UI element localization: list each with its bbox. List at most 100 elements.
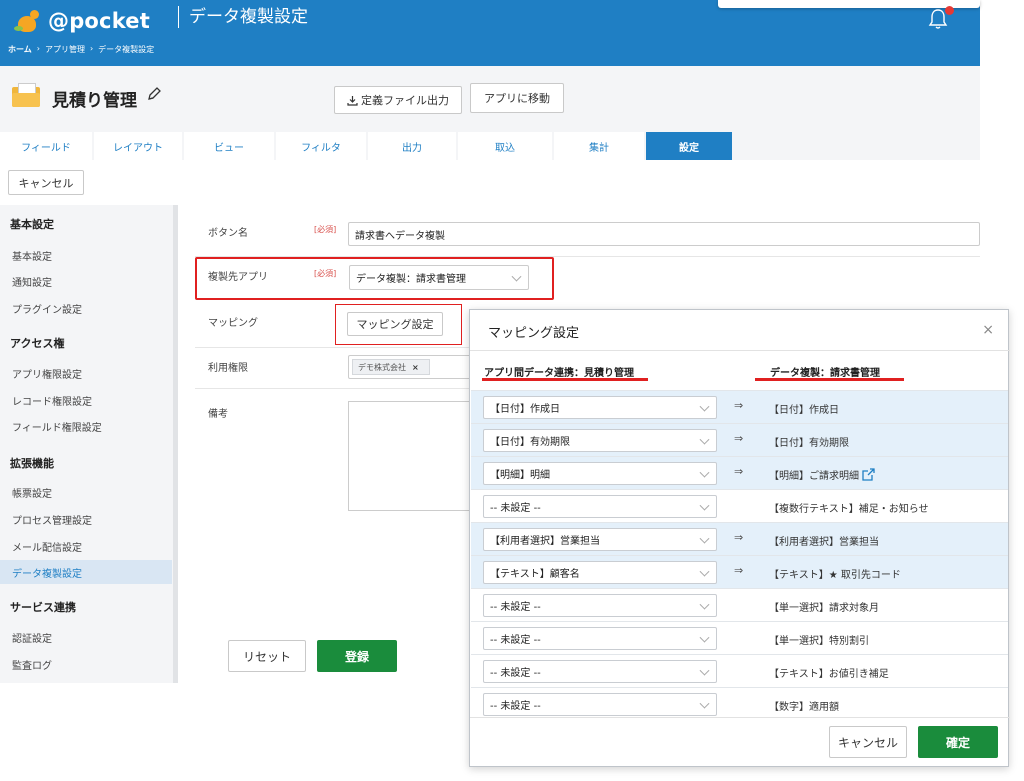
source-field-select[interactable]: 【利用者選択】営業担当 xyxy=(483,528,717,551)
source-field-select[interactable]: -- 未設定 -- xyxy=(483,660,717,683)
breadcrumb-separator: › xyxy=(89,44,94,53)
mapping-row: 【テキスト】顧客名 ⇒ 【テキスト】★ 取引先コード xyxy=(471,555,1008,588)
export-definition-label: 定義ファイル出力 xyxy=(361,94,449,107)
pencil-icon[interactable] xyxy=(146,86,162,102)
page-title: データ複製設定 xyxy=(178,6,308,28)
modal-cancel-button[interactable]: キャンセル xyxy=(829,726,907,758)
sidebar-item-notification[interactable]: 通知設定 xyxy=(12,269,170,293)
permission-tag-label: デモ株式会社 xyxy=(358,362,406,372)
target-field-label: 【テキスト】★ 取引先コード xyxy=(769,570,901,581)
mapping-arrow: ⇒ xyxy=(734,432,744,445)
target-field: 【複数行テキスト】補足・お知らせ xyxy=(769,500,929,515)
sidebar-item-app-permission[interactable]: アプリ権限設定 xyxy=(12,361,170,385)
source-field-value: 【日付】作成日 xyxy=(490,404,560,415)
reset-button[interactable]: リセット xyxy=(228,640,306,672)
sidebar-item-field-permission[interactable]: フィールド権限設定 xyxy=(12,414,170,438)
target-field-label: 【日付】作成日 xyxy=(769,405,839,416)
tab-field[interactable]: フィールド xyxy=(0,132,92,160)
target-field-label: 【日付】有効期限 xyxy=(769,438,849,449)
mapping-row: -- 未設定 -- 【数字】適用額 xyxy=(471,687,1008,720)
source-header-underline xyxy=(482,378,648,381)
source-field-select[interactable]: 【テキスト】顧客名 xyxy=(483,561,717,584)
mapping-row: -- 未設定 -- 【単一選択】請求対象月 xyxy=(471,588,1008,621)
sidebar-item-process[interactable]: プロセス管理設定 xyxy=(12,507,170,531)
mapping-row: -- 未設定 -- 【複数行テキスト】補足・お知らせ xyxy=(471,489,1008,522)
source-field-value: -- 未設定 -- xyxy=(490,602,541,613)
target-field: 【テキスト】★ 取引先コード xyxy=(769,566,901,581)
source-field-select[interactable]: -- 未設定 -- xyxy=(483,594,717,617)
chevron-down-icon xyxy=(699,566,710,577)
source-field-select[interactable]: 【日付】作成日 xyxy=(483,396,717,419)
chevron-down-icon xyxy=(699,599,710,610)
note-textarea[interactable] xyxy=(348,401,472,511)
source-field-value: -- 未設定 -- xyxy=(490,503,541,514)
kangaroo-logo-icon xyxy=(12,8,42,34)
header-dropdown-panel xyxy=(718,0,980,8)
tab-import[interactable]: 取込 xyxy=(458,132,552,160)
target-header-underline xyxy=(755,378,904,381)
sidebar-item-auth[interactable]: 認証設定 xyxy=(12,625,170,649)
confirm-button[interactable]: 確定 xyxy=(918,726,998,758)
target-field-label: 【テキスト】お値引き補足 xyxy=(769,669,889,680)
chevron-down-icon xyxy=(699,500,710,511)
mapping-arrow: ⇒ xyxy=(734,399,744,412)
tab-settings[interactable]: 設定 xyxy=(646,132,732,160)
tab-aggregate[interactable]: 集計 xyxy=(554,132,644,160)
goto-app-button[interactable]: アプリに移動 xyxy=(470,83,564,113)
close-icon[interactable]: × xyxy=(982,322,994,338)
sidebar-item-basic-settings[interactable]: 基本設定 xyxy=(12,243,170,267)
breadcrumb-separator: › xyxy=(36,44,40,53)
target-field: 【日付】有効期限 xyxy=(769,434,849,449)
sidebar-item-audit-log[interactable]: 監査ログ xyxy=(12,652,170,676)
source-field-select[interactable]: -- 未設定 -- xyxy=(483,495,717,518)
sidebar-item-mail[interactable]: メール配信設定 xyxy=(12,534,170,558)
divider xyxy=(470,717,1010,718)
tab-layout[interactable]: レイアウト xyxy=(94,132,182,160)
mapping-row: 【日付】作成日 ⇒ 【日付】作成日 xyxy=(471,390,1008,423)
mapping-row: -- 未設定 -- 【テキスト】お値引き補足 xyxy=(471,654,1008,687)
tab-view[interactable]: ビュー xyxy=(184,132,274,160)
source-field-select[interactable]: -- 未設定 -- xyxy=(483,627,717,650)
export-definition-button[interactable]: 定義ファイル出力 xyxy=(334,86,462,114)
sidebar-item-plugin[interactable]: プラグイン設定 xyxy=(12,296,170,320)
cancel-button[interactable]: キャンセル xyxy=(8,170,84,195)
source-field-select[interactable]: -- 未設定 -- xyxy=(483,693,717,716)
sidebar-item-form-settings[interactable]: 帳票設定 xyxy=(12,480,170,504)
source-column-header: アプリ間データ連携：見積り管理 xyxy=(484,368,634,379)
tab-output[interactable]: 出力 xyxy=(368,132,456,160)
highlight-mapping-button xyxy=(335,304,462,345)
source-field-value: -- 未設定 -- xyxy=(490,701,541,712)
external-link-icon[interactable] xyxy=(862,468,875,481)
source-field-value: 【テキスト】顧客名 xyxy=(490,569,580,580)
permission-label: 利用権限 xyxy=(208,363,248,374)
mapping-row: 【日付】有効期限 ⇒ 【日付】有効期限 xyxy=(471,423,1008,456)
chevron-down-icon xyxy=(699,434,710,445)
source-field-select[interactable]: 【日付】有効期限 xyxy=(483,429,717,452)
button-name-label: ボタン名 xyxy=(208,228,248,239)
divider xyxy=(470,350,1010,351)
sidebar-section-access: アクセス権 xyxy=(10,337,65,350)
target-field-label: 【単一選択】特別割引 xyxy=(769,636,869,647)
sidebar-section-extension: 拡張機能 xyxy=(10,457,54,470)
breadcrumb-current: データ複製設定 xyxy=(98,45,155,54)
mapping-arrow: ⇒ xyxy=(734,465,744,478)
sidebar-item-data-copy[interactable]: データ複製設定 xyxy=(0,560,172,584)
source-field-value: 【日付】有効期限 xyxy=(490,437,570,448)
tab-filter[interactable]: フィルタ xyxy=(276,132,366,160)
remove-tag-icon[interactable]: × xyxy=(412,363,419,372)
app-name: 見積り管理 xyxy=(52,91,137,111)
breadcrumb-home[interactable]: ホーム xyxy=(8,44,32,55)
notification-badge xyxy=(945,6,954,15)
target-field-label: 【数字】適用額 xyxy=(769,702,839,713)
pocket-logo[interactable]: @pocket xyxy=(12,8,150,34)
chevron-down-icon xyxy=(699,467,710,478)
sidebar-item-record-permission[interactable]: レコード権限設定 xyxy=(12,388,170,412)
register-button[interactable]: 登録 xyxy=(317,640,397,672)
target-field-label: 【複数行テキスト】補足・お知らせ xyxy=(769,504,929,515)
button-name-input[interactable]: 請求書へデータ複製 xyxy=(348,222,980,246)
source-field-select[interactable]: 【明細】明細 xyxy=(483,462,717,485)
source-field-value: -- 未設定 -- xyxy=(490,635,541,646)
breadcrumb-app-admin[interactable]: アプリ管理 xyxy=(45,44,85,55)
download-icon xyxy=(347,95,358,106)
mapping-arrow: ⇒ xyxy=(734,564,744,577)
